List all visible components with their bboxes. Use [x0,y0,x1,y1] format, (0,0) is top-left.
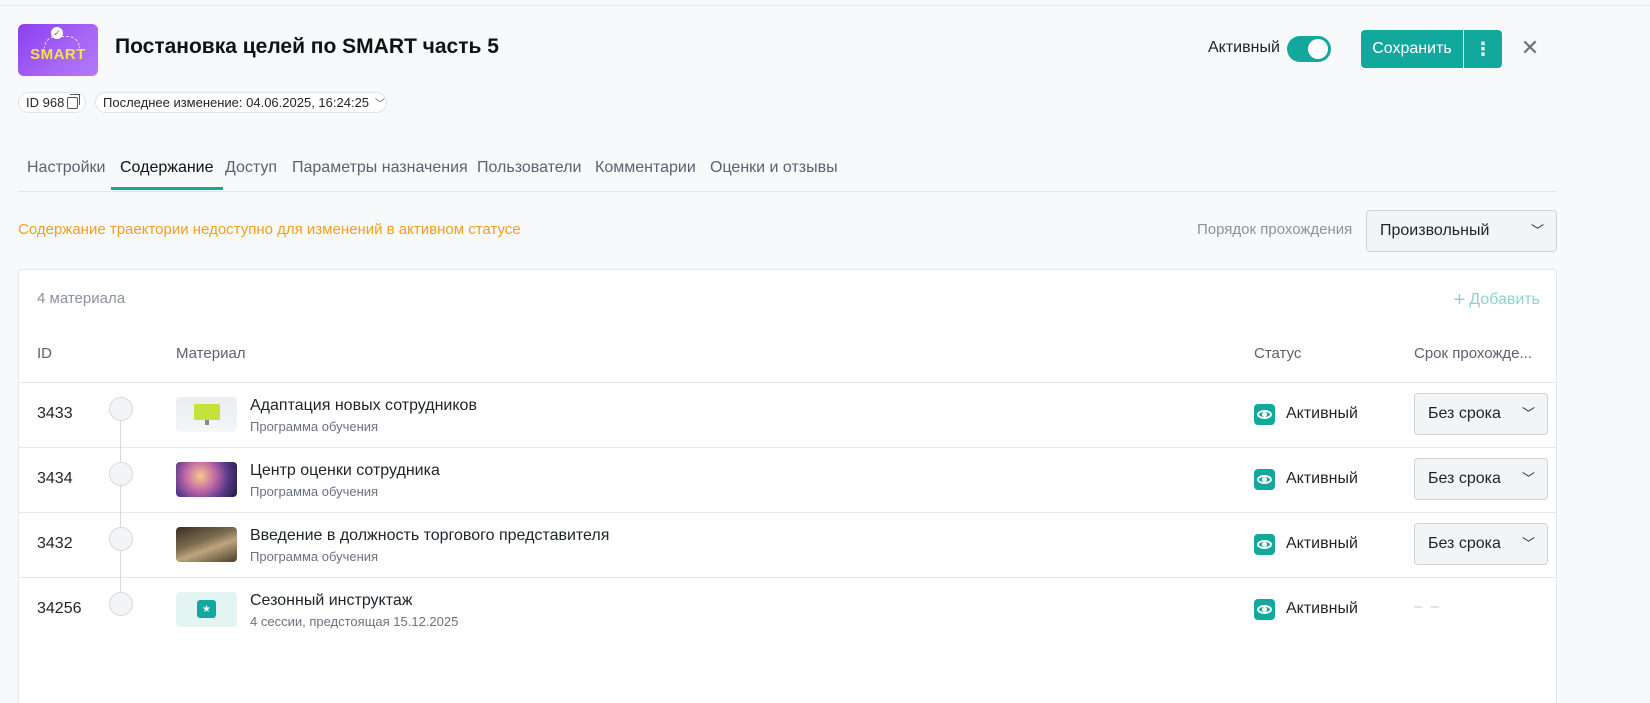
material-name[interactable]: Сезонный инструктаж [250,592,412,610]
row-id: 3432 [37,535,73,552]
last-change-label: Последнее изменение: 04.06.2025, 16:24:2… [103,95,370,110]
row-id: 3434 [37,470,73,487]
chevron-down-icon: ﹀ [1521,536,1535,551]
eye-icon [1254,404,1275,425]
deadline-select[interactable]: Без срока ﹀ [1414,393,1548,435]
tab-assignment-params[interactable]: Параметры назначения [283,159,477,191]
no-deadline: – – [1414,598,1441,615]
active-toggle-label: Активный [1208,39,1280,56]
tab-content[interactable]: Содержание [111,159,223,190]
table-row[interactable]: 3433 Адаптация новых сотрудников Програм… [19,382,1556,447]
column-header-deadline[interactable]: Срок прохожде... [1414,345,1532,362]
table-row[interactable]: 34256 ★ Сезонный инструктаж 4 сессии, пр… [19,577,1556,642]
materials-panel: 4 материала + Добавить ID Материал Статус… [18,269,1557,703]
add-button-label: Добавить [1469,291,1540,308]
order-select[interactable]: Произвольный ﹀ [1366,210,1557,252]
material-name[interactable]: Адаптация новых сотрудников [250,397,477,415]
warning-message: Содержание траектории недоступно для изм… [18,221,521,238]
sequence-dot [109,527,133,551]
chevron-down-icon: ﹀ [1530,223,1544,238]
calendar-star-icon: ★ [197,600,216,618]
status-label: Активный [1286,600,1358,617]
table-row[interactable]: 3434 Центр оценки сотрудника Программа о… [19,447,1556,512]
monitor-icon [194,404,220,425]
id-chip-label: ID 968 [26,95,65,110]
tab-access[interactable]: Доступ [216,159,286,191]
chevron-down-icon: ﹀ [1521,471,1535,486]
tab-settings[interactable]: Настройки [18,159,114,191]
tab-bar: Настройки Содержание Доступ Параметры на… [18,150,1557,192]
close-icon[interactable]: ✕ [1518,36,1542,60]
tab-users[interactable]: Пользователи [468,159,590,191]
material-name[interactable]: Введение в должность торгового представи… [250,527,609,545]
material-type: Программа обучения [250,549,379,564]
table-row[interactable]: 3432 Введение в должность торгового пред… [19,512,1556,577]
chevron-down-icon: ﹀ [1521,406,1535,421]
sequence-dot [109,462,133,486]
row-id: 34256 [37,600,82,617]
logo-check-icon: ✓ [51,27,63,39]
deadline-value: Без срока [1428,470,1501,487]
order-select-value: Произвольный [1380,222,1490,239]
tab-comments[interactable]: Комментарии [586,159,705,191]
plus-icon: + [1453,289,1466,311]
eye-icon [1254,534,1275,555]
material-type: Программа обучения [250,484,379,499]
active-toggle[interactable] [1287,36,1331,62]
top-divider [0,5,1650,6]
material-sessions: 4 сессии, предстоящая 15.12.2025 [250,614,459,629]
material-thumbnail [176,527,237,562]
column-header-status: Статус [1254,345,1302,362]
order-label: Порядок прохождения [1197,221,1353,238]
status-label: Активный [1286,470,1358,487]
add-button[interactable]: + Добавить [1454,289,1540,312]
page-title: Постановка целей по SMART часть 5 [115,35,499,58]
deadline-select[interactable]: Без срока ﹀ [1414,458,1548,500]
chevron-down-icon: ﹀ [375,99,386,110]
logo-text: SMART [30,46,86,63]
eye-icon [1254,599,1275,620]
material-thumbnail [176,397,237,432]
sequence-dot [109,397,133,421]
material-thumbnail [176,462,237,497]
last-change-chip[interactable]: Последнее изменение: 04.06.2025, 16:24:2… [95,92,387,113]
deadline-value: Без срока [1428,535,1501,552]
material-name[interactable]: Центр оценки сотрудника [250,462,440,480]
course-logo: ✓ SMART [18,24,98,76]
page-header: ✓ SMART Постановка целей по SMART часть … [18,24,1650,78]
material-type: Программа обучения [250,419,379,434]
id-chip[interactable]: ID 968 [18,92,86,113]
column-header-material: Материал [176,345,246,362]
sequence-line [120,420,121,602]
status-label: Активный [1286,535,1358,552]
status-label: Активный [1286,405,1358,422]
deadline-select[interactable]: Без срока ﹀ [1414,523,1548,565]
save-button[interactable]: Сохранить [1361,30,1463,68]
sequence-dot [109,592,133,616]
copy-icon[interactable] [67,94,81,109]
row-id: 3433 [37,405,73,422]
material-thumbnail: ★ [176,592,237,627]
materials-count: 4 материала [37,290,126,307]
materials-list: 3433 Адаптация новых сотрудников Програм… [19,382,1556,642]
column-header-id: ID [37,345,52,362]
tab-ratings[interactable]: Оценки и отзывы [701,159,847,191]
eye-icon [1254,469,1275,490]
deadline-value: Без срока [1428,405,1501,422]
more-vertical-icon[interactable]: ⋮ [1464,30,1502,68]
